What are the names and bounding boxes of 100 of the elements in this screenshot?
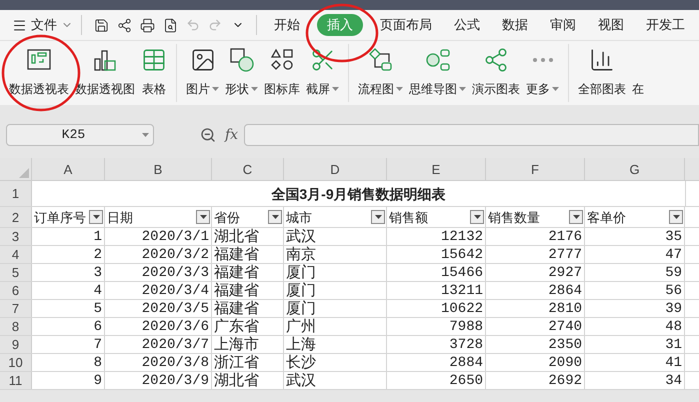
ribbon-button[interactable]: 全部图表 bbox=[575, 44, 629, 102]
table-cell: 47 bbox=[585, 246, 685, 263]
table-cell: 2090 bbox=[486, 354, 585, 371]
header-label: 订单序号 bbox=[34, 210, 86, 224]
row-header[interactable]: 1 bbox=[0, 181, 32, 206]
table-cell: 12132 bbox=[387, 228, 486, 245]
zoom-out-icon[interactable] bbox=[200, 127, 216, 143]
ribbon-tab[interactable]: 开始 bbox=[263, 15, 311, 35]
ribbon-tab[interactable]: 视图 bbox=[587, 15, 635, 35]
header-label: 客单价 bbox=[587, 210, 626, 224]
sheet-title: 全国3月-9月销售数据明细表 bbox=[32, 181, 686, 206]
table-cell: 6 bbox=[32, 318, 105, 335]
ribbon-tab[interactable]: 开发工 bbox=[635, 15, 696, 35]
ribbon-button[interactable]: 在 bbox=[629, 44, 647, 102]
table-cell: 厦门 bbox=[284, 264, 387, 281]
table-cell: 56 bbox=[585, 282, 685, 299]
table-cell: 7988 bbox=[387, 318, 486, 335]
save-icon[interactable] bbox=[94, 18, 109, 32]
table-cell: 3728 bbox=[387, 336, 486, 353]
chart-network-icon bbox=[483, 47, 509, 73]
table-cell: 广东省 bbox=[212, 318, 284, 335]
column-header[interactable]: C bbox=[212, 158, 284, 180]
ribbon-button[interactable]: 流程图 bbox=[355, 44, 406, 102]
table-cell: 2350 bbox=[486, 336, 585, 353]
table-cell: 2176 bbox=[486, 228, 585, 245]
column-header[interactable]: D bbox=[284, 158, 387, 180]
row-header[interactable]: 7 bbox=[0, 300, 32, 317]
table-cell: 2020/3/2 bbox=[105, 246, 212, 263]
name-box[interactable]: K25 bbox=[6, 124, 154, 146]
caret-icon bbox=[474, 215, 480, 219]
column-header[interactable]: G bbox=[585, 158, 685, 180]
row-header[interactable]: 5 bbox=[0, 264, 32, 281]
column-header[interactable]: F bbox=[486, 158, 585, 180]
row-header[interactable]: 3 bbox=[0, 228, 32, 245]
ribbon-tab[interactable]: 公式 bbox=[443, 15, 491, 35]
filter-dropdown[interactable] bbox=[371, 210, 385, 224]
table-cell: 15642 bbox=[387, 246, 486, 263]
row-header[interactable]: 6 bbox=[0, 282, 32, 299]
ribbon-button[interactable]: 演示图表 bbox=[469, 44, 523, 102]
table-cell: 2020/3/9 bbox=[105, 372, 212, 389]
table-cell: 4 bbox=[32, 282, 105, 299]
formula-field[interactable] bbox=[244, 124, 699, 146]
ribbon-button[interactable]: 形状 bbox=[222, 44, 261, 102]
ribbon-button[interactable]: 图标库 bbox=[261, 44, 303, 102]
table-cell: 上海市 bbox=[212, 336, 284, 353]
table-cell: 5 bbox=[32, 300, 105, 317]
row-header[interactable]: 9 bbox=[0, 336, 32, 353]
table-cell: 南京 bbox=[284, 246, 387, 263]
ribbon-button[interactable]: 表格 bbox=[138, 44, 170, 102]
menu-icon[interactable] bbox=[12, 18, 27, 32]
print-preview-icon[interactable] bbox=[163, 18, 178, 32]
row-header[interactable]: 2 bbox=[0, 207, 32, 227]
table-cell: 福建省 bbox=[212, 282, 284, 299]
table-cell: 2884 bbox=[387, 354, 486, 371]
fx-label: fx bbox=[225, 126, 238, 144]
header-label: 销售数量 bbox=[488, 210, 540, 224]
ribbon-button[interactable]: 思维导图 bbox=[406, 44, 469, 102]
filter-dropdown[interactable] bbox=[89, 210, 103, 224]
row-header[interactable]: 4 bbox=[0, 246, 32, 263]
table-cell: 福建省 bbox=[212, 246, 284, 263]
filter-dropdown[interactable] bbox=[196, 210, 210, 224]
table-cell: 10622 bbox=[387, 300, 486, 317]
table-cell: 2020/3/5 bbox=[105, 300, 212, 317]
table-cell: 2020/3/4 bbox=[105, 282, 212, 299]
ribbon-button[interactable]: 图片 bbox=[183, 44, 222, 102]
row-header[interactable]: 11 bbox=[0, 372, 32, 389]
table-cell: 武汉 bbox=[284, 372, 387, 389]
table-cell: 2777 bbox=[486, 246, 585, 263]
ribbon-button[interactable]: 截屏 bbox=[303, 44, 342, 102]
ribbon-tab[interactable]: 页面布局 bbox=[369, 15, 443, 35]
share-icon[interactable] bbox=[117, 18, 132, 32]
ribbon-button[interactable]: 更多 bbox=[523, 44, 562, 102]
file-menu[interactable]: 文件 bbox=[31, 15, 57, 35]
filter-dropdown[interactable] bbox=[569, 210, 583, 224]
table-cell: 武汉 bbox=[284, 228, 387, 245]
table-cell: 2020/3/7 bbox=[105, 336, 212, 353]
ribbon-tab[interactable]: 审阅 bbox=[539, 15, 587, 35]
table-cell: 9 bbox=[32, 372, 105, 389]
table-icon bbox=[141, 47, 167, 73]
header-label: 城市 bbox=[286, 210, 312, 224]
table-cell: 湖北省 bbox=[212, 372, 284, 389]
table-cell: 2927 bbox=[486, 264, 585, 281]
filter-dropdown[interactable] bbox=[470, 210, 484, 224]
caret-icon bbox=[374, 215, 382, 219]
column-header[interactable]: A bbox=[32, 158, 105, 180]
table-cell: 湖北省 bbox=[212, 228, 284, 245]
image-icon bbox=[190, 47, 216, 73]
table-cell: 1 bbox=[32, 228, 105, 245]
header-label: 日期 bbox=[107, 210, 133, 224]
table-cell: 2020/3/1 bbox=[105, 228, 212, 245]
ribbon-tab[interactable]: 数据 bbox=[491, 15, 539, 35]
filter-dropdown[interactable] bbox=[268, 210, 282, 224]
column-header[interactable]: E bbox=[387, 158, 486, 180]
row-header[interactable]: 10 bbox=[0, 354, 32, 371]
table-cell: 长沙 bbox=[284, 354, 387, 371]
filter-dropdown[interactable] bbox=[669, 210, 683, 224]
print-icon[interactable] bbox=[140, 18, 155, 32]
table-cell: 41 bbox=[585, 354, 685, 371]
row-header[interactable]: 8 bbox=[0, 318, 32, 335]
column-header[interactable]: B bbox=[105, 158, 212, 180]
